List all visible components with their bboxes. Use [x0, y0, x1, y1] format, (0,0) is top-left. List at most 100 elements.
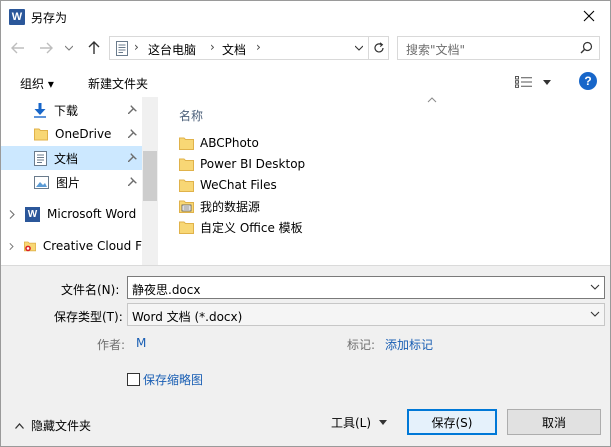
nav-item-documents[interactable]: 文档: [1, 146, 142, 170]
filetype-select[interactable]: Word 文档 (*.docx): [127, 303, 605, 326]
address-dropdown-button[interactable]: [350, 37, 368, 59]
nav-item-label: OneDrive: [55, 127, 112, 141]
search-box[interactable]: 搜索"文档": [397, 36, 600, 60]
file-name: ABCPhoto: [200, 136, 259, 150]
author-label: 作者:: [97, 338, 126, 352]
nav-item-microsoft-word[interactable]: W Microsoft Word: [1, 202, 142, 226]
chevron-right-icon: [9, 209, 15, 219]
dialog-title: 另存为: [31, 11, 68, 25]
view-options-button[interactable]: [515, 76, 551, 88]
breadcrumb-separator: ›: [256, 40, 261, 54]
pin-icon: [128, 177, 137, 186]
chevron-down-icon: [543, 79, 551, 85]
arrow-up-icon: [88, 41, 100, 54]
organize-menu[interactable]: 组织 ▾: [20, 75, 54, 92]
author-field[interactable]: M: [136, 336, 146, 350]
search-icon: [580, 41, 593, 54]
nav-item-label: 下载: [54, 103, 79, 118]
breadcrumb-separator: ›: [210, 40, 215, 54]
hide-folders-label: 隐藏文件夹: [31, 419, 92, 433]
file-name: Power BI Desktop: [200, 157, 306, 171]
refresh-icon: [373, 42, 384, 53]
file-item-custom-office-templates[interactable]: 自定义 Office 模板: [179, 217, 303, 237]
pin-icon: [128, 105, 137, 114]
command-bar: 组织 ▾ 新建文件夹: [1, 67, 610, 99]
up-button[interactable]: [85, 39, 103, 57]
tools-menu-button[interactable]: 工具(L): [319, 409, 399, 435]
save-as-dialog: W 另存为 › 这台电脑 › 文档 › 搜索"文档" 组织 ▾ 新建文件夹 ? …: [0, 0, 611, 447]
document-location-icon: [116, 41, 128, 56]
back-button[interactable]: [9, 39, 27, 57]
arrow-left-icon: [11, 42, 24, 54]
address-bar[interactable]: › 这台电脑 › 文档 ›: [109, 36, 389, 60]
hide-folders-button[interactable]: 隐藏文件夹: [15, 417, 91, 434]
filetype-value: Word 文档 (*.docx): [132, 310, 243, 324]
file-name: 我的数据源: [200, 199, 261, 214]
cancel-label: 取消: [541, 415, 566, 430]
file-item-abcphoto[interactable]: ABCPhoto: [179, 133, 259, 153]
save-button[interactable]: 保存(S): [407, 409, 497, 435]
nav-item-label: Microsoft Word: [47, 207, 137, 221]
file-item-power-bi-desktop[interactable]: Power BI Desktop: [179, 154, 305, 174]
tools-label: 工具(L): [330, 415, 372, 430]
new-folder-button[interactable]: 新建文件夹: [88, 75, 148, 92]
sort-ascending-icon: [427, 97, 437, 103]
folder-icon: [179, 137, 194, 150]
close-icon: [583, 10, 595, 22]
chevron-down-icon: [590, 311, 600, 317]
data-source-folder-icon: [179, 200, 194, 213]
chevron-down-icon: [590, 284, 600, 290]
folder-icon: [179, 179, 194, 192]
close-button[interactable]: [575, 4, 603, 28]
file-list: 名称 ABCPhoto Power BI Desktop WeChat File…: [159, 97, 610, 265]
nav-item-creative-cloud[interactable]: Creative Cloud F: [1, 234, 142, 258]
pin-icon: [128, 129, 137, 138]
breadcrumb-this-pc[interactable]: 这台电脑: [148, 41, 196, 58]
file-name: 自定义 Office 模板: [200, 220, 303, 235]
save-label: 保存(S): [431, 415, 473, 430]
add-tags-field[interactable]: 添加标记: [385, 336, 433, 353]
chevron-down-icon: [379, 419, 388, 425]
file-item-data-sources[interactable]: 我的数据源: [179, 196, 260, 216]
recent-locations-button[interactable]: [63, 39, 75, 57]
chevron-down-icon: [65, 45, 73, 51]
filename-value: 静夜思.docx: [132, 283, 201, 297]
breadcrumb-documents[interactable]: 文档: [222, 41, 246, 58]
filename-field[interactable]: 静夜思.docx: [127, 276, 605, 299]
chevron-down-icon: [355, 45, 363, 51]
document-icon: [34, 150, 47, 166]
nav-item-label: Creative Cloud F: [42, 239, 142, 253]
help-button[interactable]: ?: [579, 72, 597, 90]
navigation-pane: 下载 OneDrive 文档 图片 W Microsoft Word Creat…: [1, 97, 158, 265]
word-icon: W: [9, 9, 25, 25]
arrow-right-icon: [40, 42, 53, 54]
file-item-wechat-files[interactable]: WeChat Files: [179, 175, 277, 195]
search-placeholder: 搜索"文档": [406, 43, 466, 57]
breadcrumb-separator: ›: [134, 40, 139, 54]
chevron-up-icon: [15, 422, 24, 429]
folder-icon: [179, 158, 194, 171]
pin-icon: [128, 153, 137, 162]
file-name: WeChat Files: [200, 178, 277, 192]
name-column-header[interactable]: 名称: [179, 107, 203, 124]
creative-cloud-icon: [23, 241, 36, 252]
title-bar: W 另存为: [1, 1, 610, 33]
folder-icon: [179, 221, 194, 234]
save-thumbnail-label[interactable]: 保存缩略图: [143, 371, 203, 388]
refresh-button[interactable]: [368, 37, 388, 59]
nav-item-pictures[interactable]: 图片: [1, 170, 142, 194]
filetype-label: 保存类型(T):: [54, 310, 123, 324]
download-icon: [34, 103, 46, 118]
nav-item-downloads[interactable]: 下载: [1, 98, 142, 122]
folder-icon: [34, 128, 48, 141]
nav-item-onedrive[interactable]: OneDrive: [1, 122, 142, 146]
nav-item-label: 文档: [54, 151, 79, 166]
save-thumbnail-checkbox[interactable]: [127, 373, 140, 386]
forward-button[interactable]: [37, 39, 55, 57]
cancel-button[interactable]: 取消: [507, 409, 601, 435]
picture-icon: [34, 175, 49, 189]
filename-label: 文件名(N):: [61, 283, 120, 297]
chevron-right-icon: [9, 242, 14, 250]
word-icon: W: [25, 206, 40, 222]
nav-scrollbar-thumb[interactable]: [143, 151, 157, 201]
